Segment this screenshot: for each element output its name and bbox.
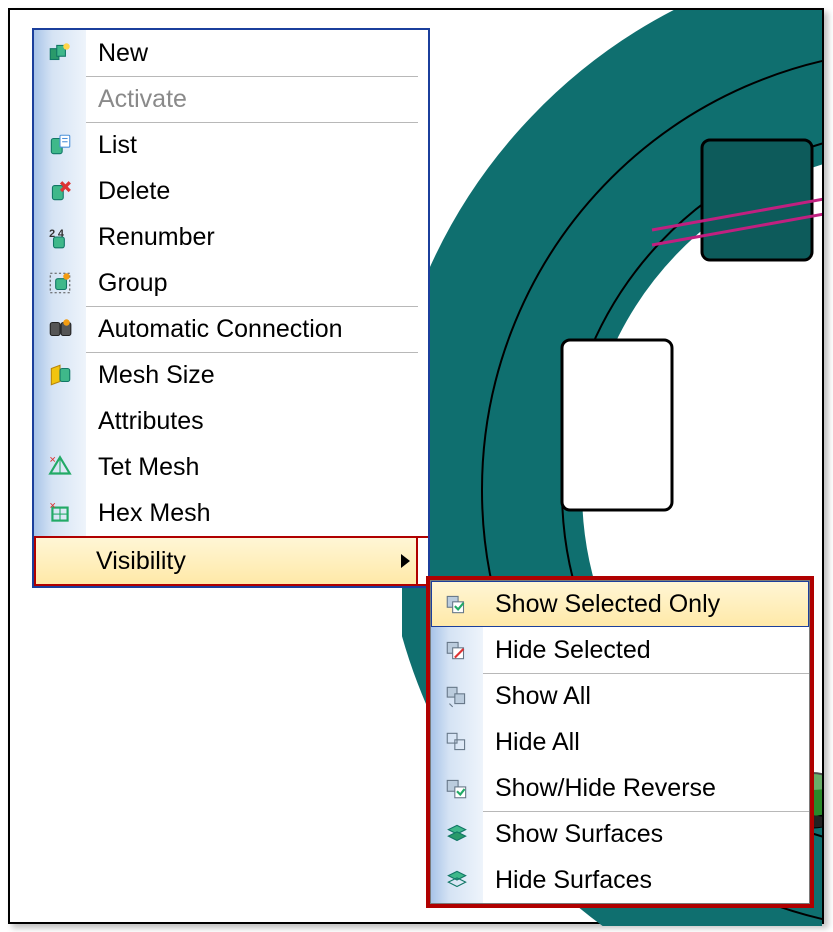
blank-icon [34,398,86,444]
menu-item-renumber[interactable]: 24 Renumber [34,214,428,260]
menu-label: Renumber [98,223,215,252]
submenu-label: Show Surfaces [495,820,663,849]
menu-item-activate: Activate [34,76,428,122]
list-icon [34,122,86,168]
visibility-submenu: Show Selected Only Hide Selected Show Al… [426,576,814,908]
submenu-label: Show Selected Only [495,590,720,619]
hide-surfaces-icon [431,857,483,903]
show-all-icon [431,673,483,719]
menu-label: List [98,131,137,160]
mesh-size-icon [34,352,86,398]
hide-all-icon [431,719,483,765]
menu-label: New [98,39,148,68]
menu-label: Tet Mesh [98,453,199,482]
submenu-item-hide-selected[interactable]: Hide Selected [431,627,809,673]
menu-label: Group [98,269,167,298]
menu-item-hex-mesh[interactable]: ✕ Hex Mesh [34,490,428,536]
submenu-label: Hide Selected [495,636,651,665]
app-frame: New Activate List Delete 24 Renumber [8,8,824,924]
tet-mesh-icon: ✕ [34,444,86,490]
menu-label: Visibility [96,547,186,576]
svg-text:✕: ✕ [49,455,56,465]
hide-selected-icon [431,627,483,673]
show-surfaces-icon [431,811,483,857]
menu-label: Hex Mesh [98,499,211,528]
svg-text:✕: ✕ [49,501,56,511]
menu-item-attributes[interactable]: Attributes [34,398,428,444]
submenu-item-show-selected-only[interactable]: Show Selected Only [431,581,809,627]
submenu-label: Show All [495,682,591,711]
submenu-item-hide-surfaces[interactable]: Hide Surfaces [431,857,809,903]
reverse-icon [431,765,483,811]
show-selected-icon [431,581,483,627]
submenu-arrow-icon [401,554,410,568]
menu-label: Automatic Connection [98,315,343,344]
menu-label: Mesh Size [98,361,215,390]
renumber-icon: 24 [34,214,86,260]
menu-item-tet-mesh[interactable]: ✕ Tet Mesh [34,444,428,490]
auto-connection-icon [34,306,86,352]
context-menu: New Activate List Delete 24 Renumber [32,28,430,588]
menu-label: Delete [98,177,170,206]
blank-icon [34,538,84,584]
menu-label: Attributes [98,407,204,436]
submenu-label: Show/Hide Reverse [495,774,716,803]
delete-icon [34,168,86,214]
new-icon [34,30,86,76]
menu-item-mesh-size[interactable]: Mesh Size [34,352,428,398]
submenu-label: Hide All [495,728,580,757]
menu-item-delete[interactable]: Delete [34,168,428,214]
hex-mesh-icon: ✕ [34,490,86,536]
submenu-item-show-all[interactable]: Show All [431,673,809,719]
submenu-label: Hide Surfaces [495,866,652,895]
menu-item-new[interactable]: New [34,30,428,76]
menu-item-visibility[interactable]: Visibility [34,536,428,586]
submenu-item-show-surfaces[interactable]: Show Surfaces [431,811,809,857]
menu-item-group[interactable]: Group [34,260,428,306]
group-icon [34,260,86,306]
menu-label: Activate [98,85,187,114]
menu-item-auto-connection[interactable]: Automatic Connection [34,306,428,352]
menu-item-list[interactable]: List [34,122,428,168]
blank-icon [34,76,86,122]
submenu-item-hide-all[interactable]: Hide All [431,719,809,765]
submenu-item-reverse[interactable]: Show/Hide Reverse [431,765,809,811]
